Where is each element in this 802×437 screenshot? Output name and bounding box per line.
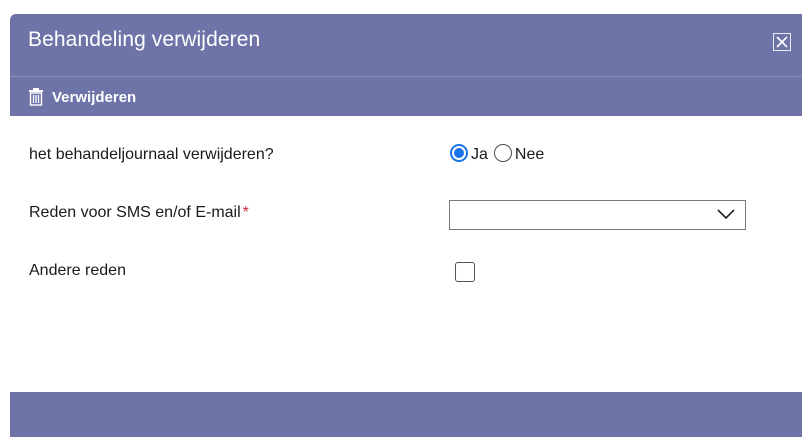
chevron-down-icon <box>717 209 735 220</box>
other-reason-checkbox[interactable] <box>455 262 475 282</box>
other-reason-label: Andere reden <box>29 262 126 279</box>
radio-yes[interactable] <box>450 144 468 162</box>
close-icon <box>776 36 788 48</box>
close-button[interactable] <box>773 33 791 51</box>
journal-question-label: het behandeljournaal verwijderen? <box>29 146 274 163</box>
radio-no-label[interactable]: Nee <box>515 146 544 164</box>
dialog-titlebar[interactable]: Behandeling verwijderen <box>10 14 802 76</box>
journal-radio-group: Ja Nee <box>450 142 550 164</box>
reason-select[interactable] <box>449 200 746 230</box>
dialog-toolbar: Verwijderen <box>10 77 802 116</box>
delete-treatment-dialog: Behandeling verwijderen Verwijderen het … <box>10 14 802 437</box>
delete-button-label: Verwijderen <box>52 88 137 106</box>
dialog-footer <box>10 392 802 437</box>
required-marker: * <box>242 204 249 221</box>
delete-button[interactable]: Verwijderen <box>28 87 136 107</box>
radio-yes-label[interactable]: Ja <box>471 146 488 164</box>
trash-icon <box>29 88 43 106</box>
radio-no[interactable] <box>493 144 512 162</box>
dialog-title: Behandeling verwijderen <box>28 28 261 51</box>
reason-label: Reden voor SMS en/of E-mail * <box>29 204 249 222</box>
reason-label-text: Reden voor SMS en/of E-mail <box>29 204 241 221</box>
dialog-content: het behandeljournaal verwijderen? Ja Nee… <box>10 116 802 392</box>
